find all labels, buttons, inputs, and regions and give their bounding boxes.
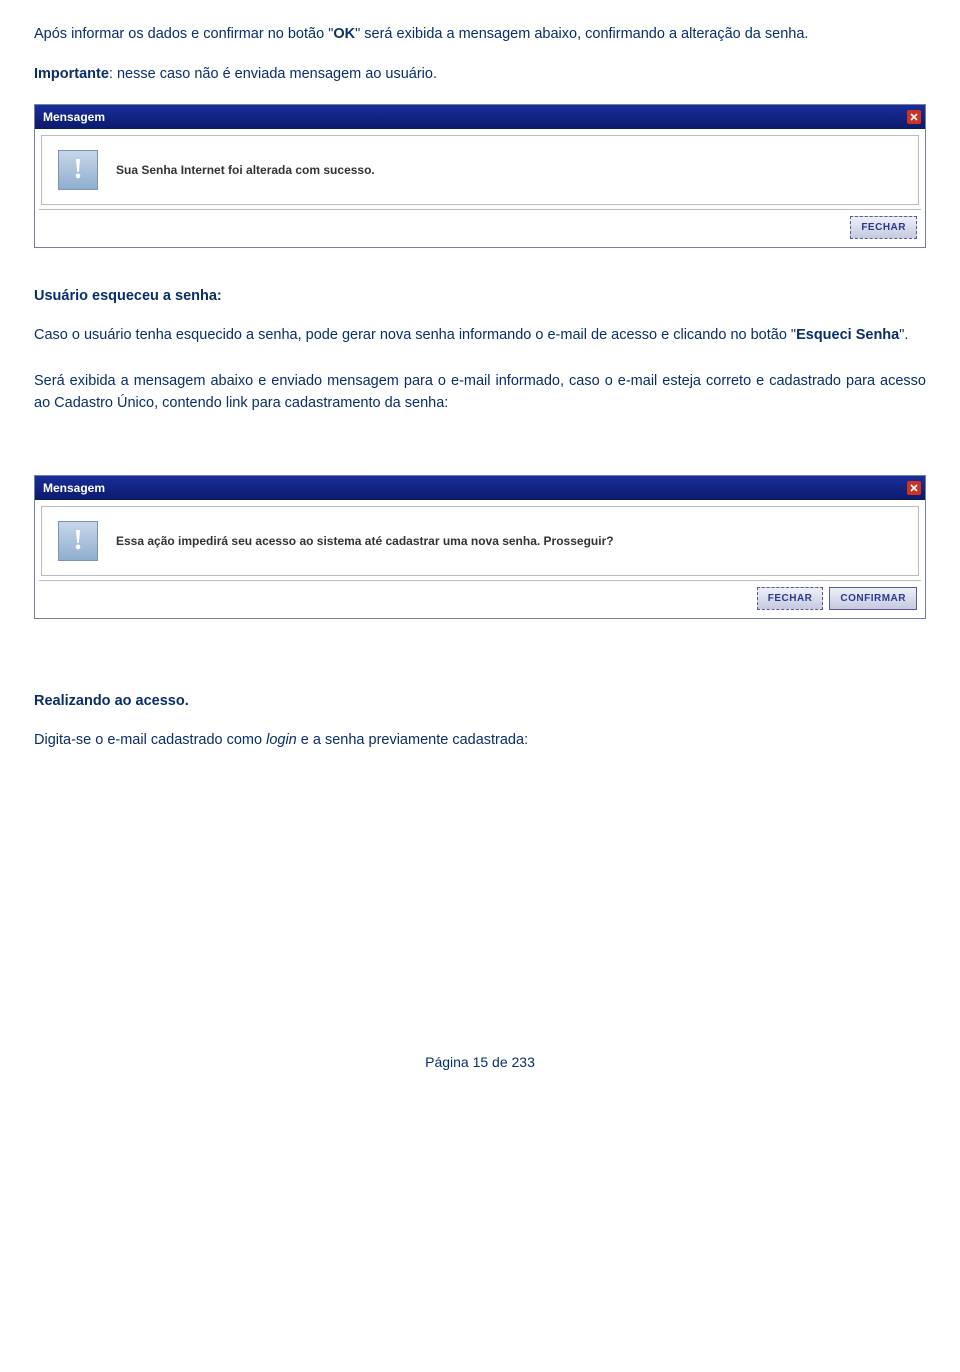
esqueci-senha-label: Esqueci Senha [796,327,899,343]
close-icon[interactable] [907,110,921,124]
text: : nesse caso não é enviada mensagem ao u… [109,66,437,82]
paragraph-important: Importante: nesse caso não é enviada men… [34,64,926,86]
important-label: Importante [34,66,109,82]
dialog-footer: FECHAR [35,210,925,247]
dialog-body-wrap: ! Essa ação impedirá seu acesso ao siste… [35,500,925,580]
dialog-message: Sua Senha Internet foi alterada com suce… [116,161,375,179]
text: Após informar os dados e confirmar no bo… [34,26,328,42]
dialog-body: ! Essa ação impedirá seu acesso ao siste… [41,506,919,576]
confirm-button[interactable]: CONFIRMAR [829,587,917,610]
text: ". [899,327,908,343]
text: Digita-se o e-mail cadastrado como [34,732,266,748]
paragraph-forgot-2: Será exibida a mensagem abaixo e enviado… [34,371,926,415]
dialog-titlebar: Mensagem [35,476,925,500]
dialog-titlebar: Mensagem [35,105,925,129]
dialog-message: Essa ação impedirá seu acesso ao sistema… [116,532,614,550]
section-heading-access: Realizando ao acesso. [34,691,926,713]
section-heading-forgot: Usuário esqueceu a senha: [34,286,926,308]
close-button[interactable]: FECHAR [850,216,917,239]
page-footer: Página 15 de 233 [34,1052,926,1073]
message-dialog-success: Mensagem ! Sua Senha Internet foi altera… [34,104,926,248]
paragraph-confirm-ok: Após informar os dados e confirmar no bo… [34,24,926,46]
dialog-body: ! Sua Senha Internet foi alterada com su… [41,135,919,205]
login-word: login [266,732,297,748]
dialog-title: Mensagem [43,479,105,497]
dialog-title: Mensagem [43,108,105,126]
paragraph-forgot-1: Caso o usuário tenha esquecido a senha, … [34,325,926,347]
ok-label: OK [333,26,355,42]
close-icon[interactable] [907,481,921,495]
dialog-footer: FECHAR CONFIRMAR [35,581,925,618]
close-button[interactable]: FECHAR [757,587,824,610]
info-icon: ! [58,521,98,561]
text: e a senha previamente cadastrada: [297,732,528,748]
message-dialog-confirm: Mensagem ! Essa ação impedirá seu acesso… [34,475,926,619]
text: Caso o usuário tenha esquecido a senha, … [34,327,796,343]
info-icon: ! [58,150,98,190]
dialog-body-wrap: ! Sua Senha Internet foi alterada com su… [35,129,925,209]
paragraph-access: Digita-se o e-mail cadastrado como login… [34,730,926,752]
text: será exibida a mensagem abaixo, confirma… [360,26,808,42]
